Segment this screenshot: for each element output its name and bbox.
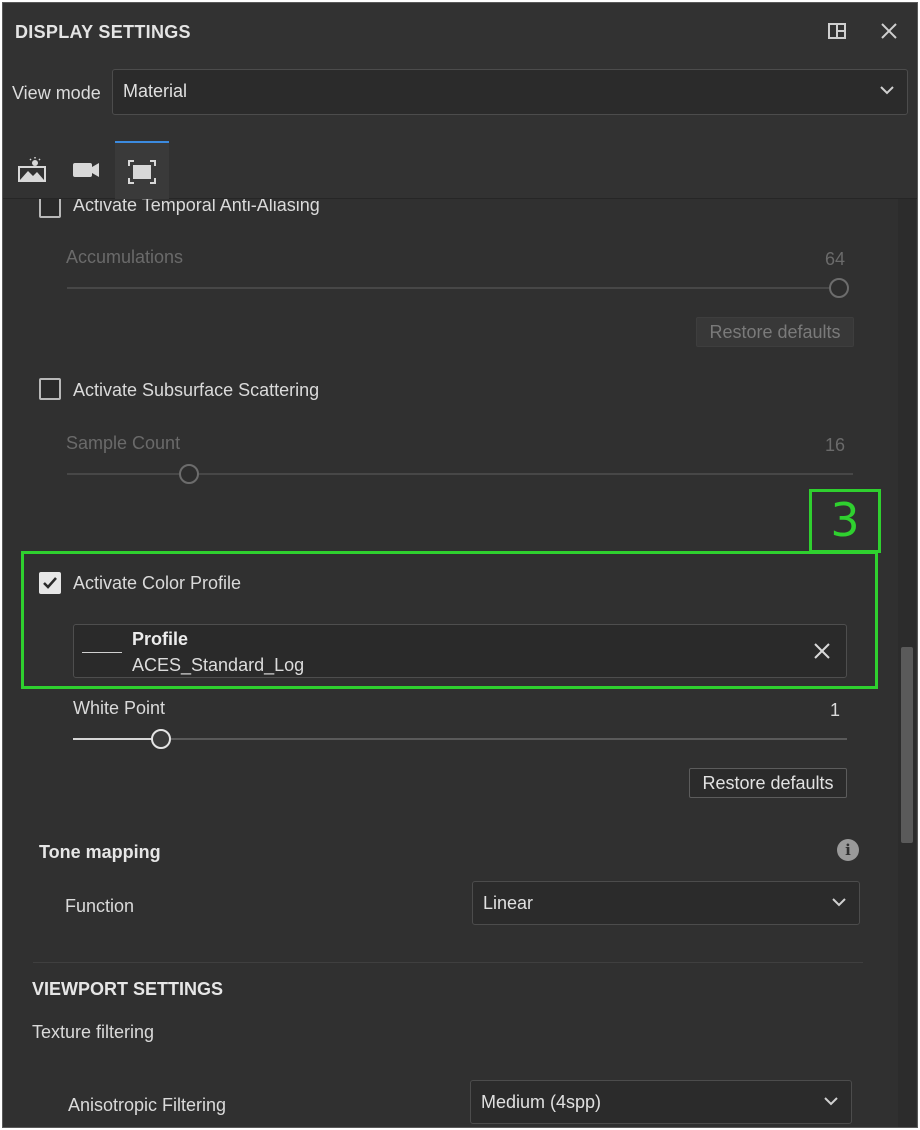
white-point-slider-knob[interactable] xyxy=(151,729,171,749)
dock-panel-icon[interactable] xyxy=(825,19,849,43)
accumulations-label: Accumulations xyxy=(66,247,184,267)
panel-header: DISPLAY SETTINGS xyxy=(3,3,917,61)
camera-icon xyxy=(73,163,99,177)
viewport-settings-title: VIEWPORT SETTINGS xyxy=(32,979,224,999)
white-point-slider-track[interactable] xyxy=(73,738,847,740)
anisotropic-filtering-select[interactable]: Medium (4spp) xyxy=(470,1080,852,1124)
scrollbar-thumb[interactable] xyxy=(901,647,913,843)
sss-label: Activate Subsurface Scattering xyxy=(73,380,320,400)
accumulations-slider-track[interactable] xyxy=(67,287,837,289)
vertical-scrollbar[interactable] xyxy=(898,199,916,1127)
panel-title: DISPLAY SETTINGS xyxy=(15,22,191,42)
chevron-down-icon xyxy=(824,1097,838,1106)
function-value: Linear xyxy=(483,893,534,913)
tab-camera[interactable] xyxy=(59,141,113,199)
sample-count-slider-knob[interactable] xyxy=(179,464,199,484)
sample-count-label: Sample Count xyxy=(66,433,181,453)
function-label: Function xyxy=(65,896,135,916)
white-point-value: 1 xyxy=(830,700,841,720)
viewport-frame-icon xyxy=(128,160,156,184)
chevron-down-icon xyxy=(832,898,846,907)
annotation-highlight xyxy=(21,551,878,689)
color-profile-restore-defaults-button[interactable]: Restore defaults xyxy=(689,768,847,798)
tab-environment[interactable] xyxy=(5,141,59,199)
accumulations-value: 64 xyxy=(825,249,846,269)
info-icon[interactable]: i xyxy=(837,839,859,861)
environment-icon xyxy=(18,157,46,182)
sample-count-value: 16 xyxy=(825,435,846,455)
section-divider xyxy=(33,962,863,963)
tone-mapping-title: Tone mapping xyxy=(39,842,161,862)
display-settings-panel: DISPLAY SETTINGS View mode Material Acti… xyxy=(2,2,918,1128)
anisotropic-filtering-value: Medium (4spp) xyxy=(481,1092,602,1112)
white-point-label: White Point xyxy=(73,698,166,718)
view-mode-value: Material xyxy=(123,81,188,101)
taa-label: Activate Temporal Anti-Aliasing xyxy=(73,199,320,215)
taa-restore-defaults-button[interactable]: Restore defaults xyxy=(696,317,854,347)
taa-checkbox[interactable] xyxy=(39,199,61,218)
tab-viewport[interactable] xyxy=(115,141,169,199)
texture-filtering-label: Texture filtering xyxy=(32,1022,155,1042)
annotation-number: 3 xyxy=(809,489,881,553)
white-point-slider-fill xyxy=(73,738,153,740)
sss-checkbox[interactable] xyxy=(39,378,61,400)
chevron-down-icon xyxy=(880,86,894,95)
accumulations-slider-knob[interactable] xyxy=(829,278,849,298)
settings-scroll-content: Activate Temporal Anti-Aliasing Accumula… xyxy=(3,199,898,1127)
close-icon[interactable] xyxy=(877,19,901,43)
function-select[interactable]: Linear xyxy=(472,881,860,925)
settings-tabs xyxy=(3,141,917,199)
view-mode-select[interactable]: Material xyxy=(112,69,908,115)
view-mode-label: View mode xyxy=(12,83,101,103)
anisotropic-filtering-label: Anisotropic Filtering xyxy=(68,1095,227,1115)
